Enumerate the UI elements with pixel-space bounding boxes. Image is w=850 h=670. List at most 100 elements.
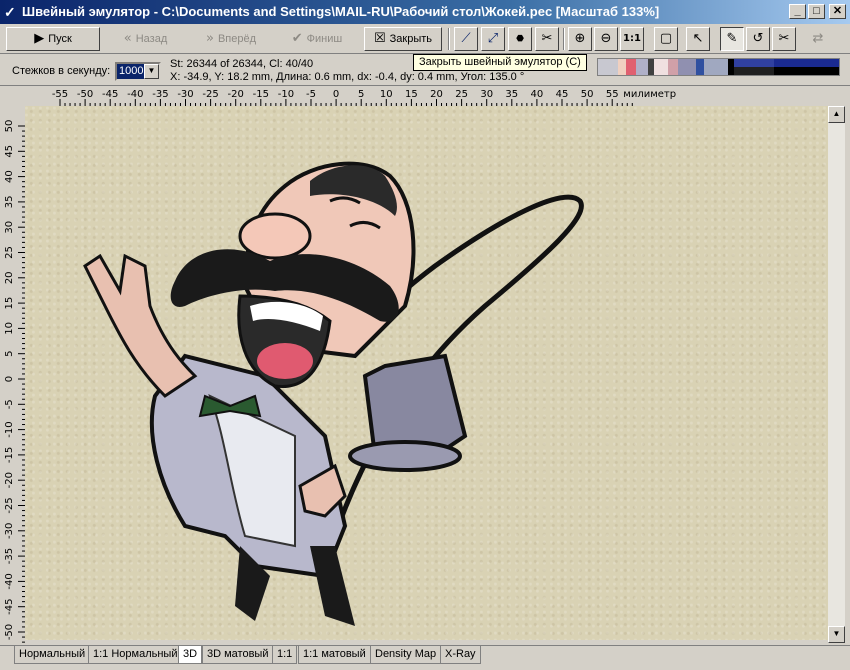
scissors-icon: ✂: [778, 31, 790, 46]
close-window-button[interactable]: ✕: [829, 4, 846, 19]
ruler-tick-label: -15: [4, 447, 15, 463]
show-jumps-button[interactable]: ↺: [746, 27, 770, 51]
zoom-in-icon: ⊕: [574, 31, 586, 46]
vertical-scrollbar[interactable]: ▲ ▼: [828, 106, 845, 643]
forward-label: Вперёд: [217, 33, 257, 45]
horizontal-ruler-scale: -55 -50 -45 -40 -35 -30 -25 -20 -15 -10 -5 0 5 10 15 20…: [52, 89, 676, 106]
color-sequence-strip: [598, 59, 839, 75]
app-icon[interactable]: ✓: [4, 4, 20, 20]
toolbar-separator: [448, 28, 450, 50]
actual-size-button[interactable]: 1:1: [620, 27, 644, 51]
ruler-tick-label: 25: [4, 246, 15, 259]
ruler-tick-label: 15: [405, 89, 418, 100]
swap-button[interactable]: ⇄: [806, 27, 830, 51]
toolbar-separator: [563, 28, 565, 50]
hat-brim-shape: [348, 440, 462, 472]
right-leg-shape: [310, 546, 355, 626]
ruler-unit-label: милиметр: [623, 89, 676, 100]
vertical-ruler: 50 45 40 35 30 25 20 15 10 5 0 -5 -10 -15 -20 -25 -30 -35…: [0, 106, 25, 653]
arrow-down-icon: ▼: [832, 629, 841, 638]
close-button[interactable]: ☒ Закрыть: [364, 27, 442, 51]
stop-button[interactable]: ⬣: [508, 27, 532, 51]
ruler-tick-label: 10: [380, 89, 393, 100]
speed-select[interactable]: 1000 ▼: [115, 62, 161, 81]
coordinate-info: X: -34.9, Y: 18.2 mm, Длина: 0.6 mm, dx:…: [170, 71, 525, 83]
ruler-tick-label: -20: [228, 89, 244, 100]
ruler-tick-label: -15: [253, 89, 269, 100]
tab-1-1-matte[interactable]: 1:1 матовый: [298, 646, 371, 664]
scroll-down-button[interactable]: ▼: [828, 626, 845, 643]
forward-button[interactable]: » Вперёд: [192, 27, 270, 51]
ruler-tick-label: 10: [4, 322, 15, 335]
ruler-tick-label: -45: [4, 599, 15, 615]
arrow-up-icon: ▲: [832, 109, 841, 118]
trim-button[interactable]: ✂: [535, 27, 559, 51]
pointer-icon: ↖: [692, 31, 704, 46]
stitch-line-button[interactable]: ⟋: [454, 27, 478, 51]
horizontal-ruler: -55 -50 -45 -40 -35 -30 -25 -20 -15 -10 -5 0 5 10 15 20…: [25, 86, 825, 106]
ruler-tick-label: 50: [581, 89, 594, 100]
rewind-icon: «: [123, 31, 132, 46]
fabric-area[interactable]: [25, 106, 828, 640]
nose-shape: [238, 212, 312, 260]
ruler-tick-label: 15: [4, 297, 15, 310]
select-button[interactable]: ↖: [686, 27, 710, 51]
ruler-tick-label: -5: [306, 89, 316, 100]
ruler-tick-label: -40: [127, 89, 143, 100]
jump-stitch-icon: ⤢: [487, 31, 499, 46]
swap-icon: ⇄: [812, 31, 824, 46]
thread-icon: ↺: [752, 31, 764, 46]
tab-3d-matte[interactable]: 3D матовый: [202, 646, 274, 664]
ruler-tick-label: -50: [77, 89, 93, 100]
show-stitches-button[interactable]: ✎: [720, 27, 744, 51]
tab-1-1-normal[interactable]: 1:1 Нормальный: [88, 646, 183, 664]
back-button[interactable]: « Назад: [108, 27, 183, 51]
tongue-shape: [257, 343, 313, 379]
ruler-tick-label: -5: [4, 399, 15, 409]
ruler-tick-label: 5: [358, 89, 364, 100]
ruler-tick-label: -25: [4, 497, 15, 513]
stop-icon: ⬣: [516, 34, 524, 44]
ruler-tick-label: -30: [177, 89, 193, 100]
zoom-in-button[interactable]: ⊕: [568, 27, 592, 51]
fast-forward-icon: »: [205, 31, 214, 46]
jump-stitch-button[interactable]: ⤢: [481, 27, 505, 51]
zoom-out-button[interactable]: ⊖: [594, 27, 618, 51]
color-sequence-bar[interactable]: [597, 58, 840, 76]
show-trims-button[interactable]: ✂: [772, 27, 796, 51]
ruler-tick-label: -10: [4, 421, 15, 437]
ruler-tick-label: -45: [102, 89, 118, 100]
tab-density-map[interactable]: Density Map: [370, 646, 442, 664]
tab-1-1[interactable]: 1:1: [272, 646, 298, 664]
ruler-tick-label: -40: [4, 573, 15, 589]
ruler-tick-label: -30: [4, 523, 15, 539]
ruler-tick-label: 40: [4, 170, 15, 183]
ruler-tick-label: -25: [202, 89, 218, 100]
chevron-down-icon[interactable]: ▼: [144, 64, 159, 79]
embroidery-design[interactable]: [25, 106, 828, 640]
emulator-canvas: -55 -50 -45 -40 -35 -30 -25 -20 -15 -10 -5 0 5 10 15 20…: [0, 85, 850, 653]
close-icon: ✕: [832, 5, 843, 17]
ruler-tick-label: -55: [52, 89, 68, 100]
ruler-tick-label: 20: [4, 271, 15, 284]
toolbar: ▶ Пуск « Назад » Вперёд ✔ Финиш ☒ Закрыт…: [0, 24, 850, 54]
scroll-up-button[interactable]: ▲: [828, 106, 845, 123]
window-title: Швейный эмулятор - C:\Documents and Sett…: [22, 4, 660, 19]
hoop-icon: ▢: [659, 31, 673, 46]
scissors-icon: ✂: [541, 31, 553, 46]
finish-label: Финиш: [306, 33, 343, 45]
hoop-button[interactable]: ▢: [654, 27, 678, 51]
finish-button[interactable]: ✔ Финиш: [278, 27, 356, 51]
vertical-ruler-scale: 50454035302520151050-5-10-15-20-25-30-35…: [4, 120, 25, 653]
needle-icon: ✎: [726, 31, 738, 46]
tab-3d[interactable]: 3D: [178, 646, 203, 664]
tab-x-ray[interactable]: X-Ray: [440, 646, 481, 664]
start-label: Пуск: [48, 33, 72, 45]
tab-normal[interactable]: Нормальный: [14, 646, 91, 664]
maximize-button[interactable]: □: [808, 4, 825, 19]
start-button[interactable]: ▶ Пуск: [6, 27, 100, 51]
minimize-icon: _: [794, 5, 801, 17]
ruler-tick-label: 50: [4, 120, 15, 133]
speed-value: 1000: [117, 64, 145, 79]
minimize-button[interactable]: _: [789, 4, 806, 19]
